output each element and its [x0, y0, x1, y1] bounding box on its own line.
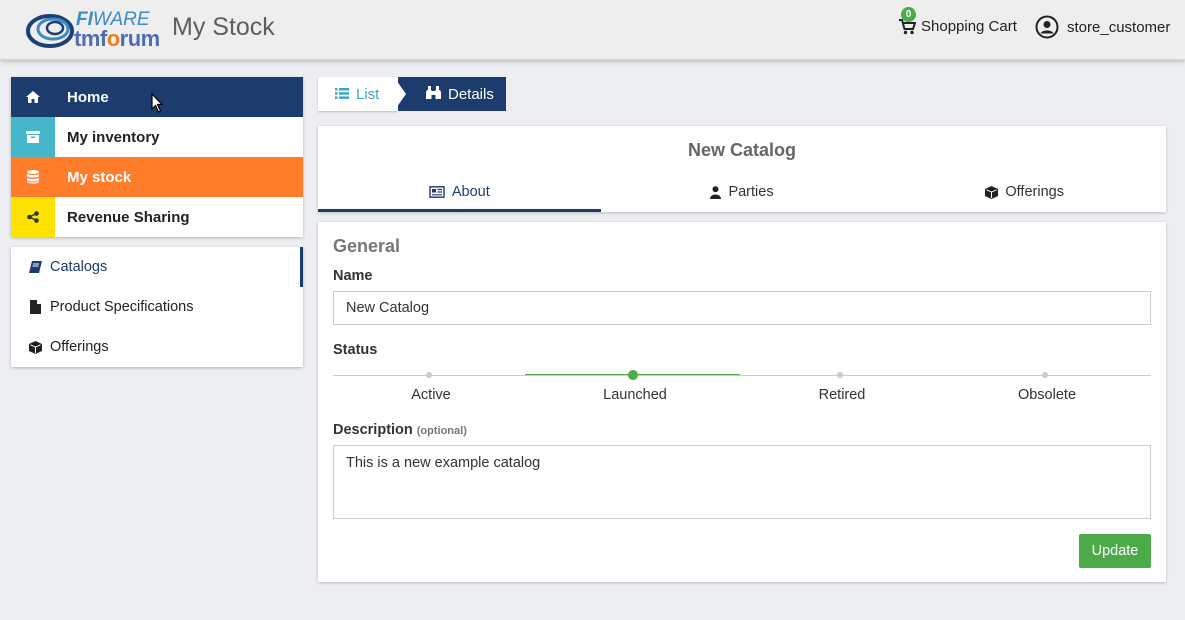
- description-label: Description (optional): [333, 422, 467, 438]
- section-title: General: [333, 236, 401, 256]
- menu-item-label: My inventory: [67, 128, 160, 146]
- description-label-text: Description: [333, 422, 413, 438]
- fiware-tmforum-logo[interactable]: FIWARE tmforum: [26, 8, 166, 51]
- breadcrumb-details-label: Details: [448, 85, 494, 103]
- user-circle-icon: [1035, 15, 1059, 39]
- list-icon: [335, 86, 349, 103]
- binoculars-icon: [426, 85, 441, 103]
- status-option-retired[interactable]: Retired: [782, 387, 902, 403]
- breadcrumb-separator: [394, 77, 406, 111]
- tab-label: About: [451, 184, 490, 200]
- newspaper-icon: [429, 186, 445, 198]
- sub-item-offerings[interactable]: Offerings: [11, 327, 303, 367]
- status-option-launched[interactable]: Launched: [575, 387, 695, 403]
- page-title: My Stock: [172, 13, 275, 41]
- name-label: Name: [333, 268, 373, 284]
- sub-item-label: Offerings: [50, 339, 109, 355]
- cube-icon: [28, 340, 42, 354]
- catalog-form-card: General Name New Catalog Status Active L…: [318, 222, 1166, 582]
- description-textarea[interactable]: This is a new example catalog: [333, 445, 1151, 519]
- status-dot-retired[interactable]: [837, 372, 843, 378]
- status-dot-active[interactable]: [426, 372, 432, 378]
- share-icon: [11, 197, 55, 237]
- tab-parties[interactable]: Parties: [601, 172, 884, 212]
- menu-item-label: Revenue Sharing: [67, 208, 190, 226]
- tab-offerings[interactable]: Offerings: [883, 172, 1166, 212]
- shopping-cart-link[interactable]: Shopping Cart: [898, 18, 1017, 35]
- sub-item-product-specifications[interactable]: Product Specifications: [11, 287, 303, 327]
- catalog-title: New Catalog: [687, 140, 797, 160]
- home-icon: [11, 77, 55, 117]
- menu-item-my-inventory[interactable]: My inventory: [11, 117, 303, 157]
- tab-label: Parties: [728, 184, 774, 200]
- catalog-tabs: About Parties Offerings: [318, 172, 1166, 212]
- cart-count-badge: 0: [901, 7, 916, 22]
- user-menu[interactable]: store_customer: [1035, 15, 1170, 39]
- database-icon: [11, 157, 55, 197]
- menu-item-label: My stock: [67, 168, 132, 186]
- catalog-header-card: New Catalog About Parties Offerings: [318, 126, 1166, 212]
- status-dot-obsolete[interactable]: [1042, 372, 1048, 378]
- breadcrumb-list-label: List: [356, 85, 380, 103]
- breadcrumb-list[interactable]: List: [318, 77, 398, 111]
- tab-about[interactable]: About: [318, 172, 601, 212]
- stock-sub-menu: Catalogs Product Specifications Offering…: [11, 247, 303, 367]
- logo-tmforum-text: tmforum: [74, 26, 160, 51]
- user-name-label: store_customer: [1067, 18, 1171, 36]
- status-dot-launched[interactable]: [628, 370, 638, 380]
- top-header: FIWARE tmforum My Stock Shopping Cart 0 …: [0, 0, 1185, 60]
- cube-icon: [985, 185, 999, 199]
- menu-item-label: Home: [67, 88, 109, 106]
- update-button[interactable]: Update: [1079, 534, 1151, 568]
- status-option-active[interactable]: Active: [371, 387, 491, 403]
- breadcrumb: List Details: [318, 77, 506, 111]
- status-label: Status: [333, 342, 378, 358]
- status-option-obsolete[interactable]: Obsolete: [987, 387, 1107, 403]
- tab-label: Offerings: [1005, 184, 1064, 200]
- archive-icon: [11, 117, 55, 157]
- swirl-logo-icon: [26, 14, 74, 48]
- menu-item-revenue-sharing[interactable]: Revenue Sharing: [11, 197, 303, 237]
- shopping-cart-label: Shopping Cart: [921, 18, 1017, 35]
- name-input[interactable]: New Catalog: [333, 291, 1151, 325]
- book-icon: [28, 260, 42, 274]
- sub-item-catalogs[interactable]: Catalogs: [11, 247, 303, 287]
- file-icon: [28, 300, 42, 314]
- mouse-cursor-icon: [151, 93, 164, 113]
- status-track: [333, 375, 1151, 376]
- sub-item-label: Product Specifications: [50, 299, 194, 315]
- menu-item-my-stock[interactable]: My stock: [11, 157, 303, 197]
- user-icon: [710, 185, 722, 199]
- breadcrumb-details[interactable]: Details: [398, 77, 506, 111]
- optional-hint: (optional): [416, 425, 467, 437]
- sub-item-label: Catalogs: [50, 259, 108, 275]
